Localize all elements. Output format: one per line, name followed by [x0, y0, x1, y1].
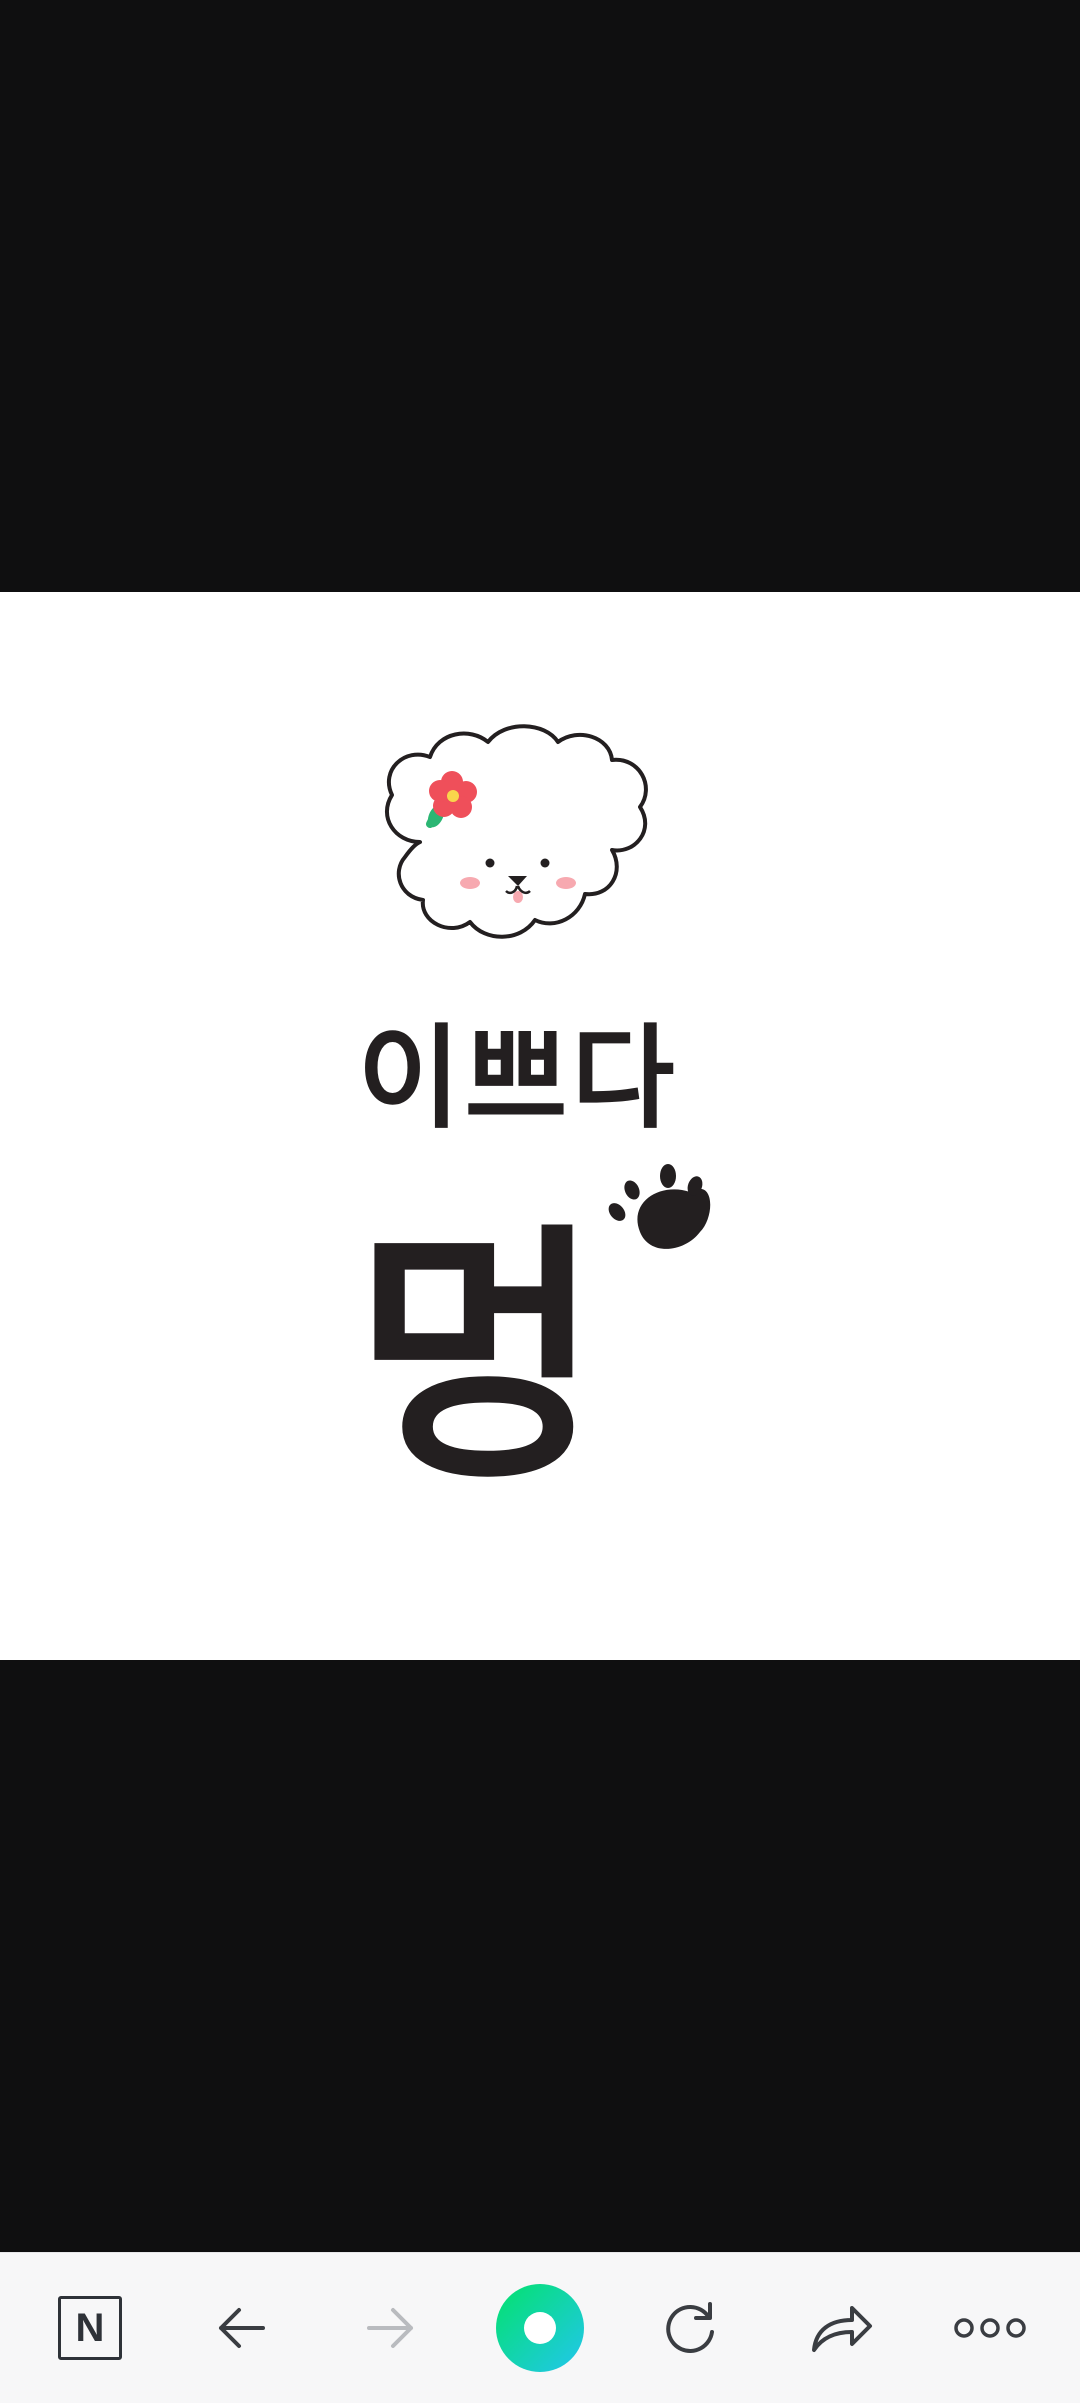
sticker-illustration: 이쁘다 멍 [354, 724, 711, 1516]
share-button[interactable] [790, 2278, 890, 2378]
share-icon [812, 2306, 872, 2352]
refresh-icon [666, 2302, 714, 2353]
refresh-button[interactable] [640, 2278, 740, 2378]
back-arrow-icon [219, 2308, 265, 2348]
dog-head [385, 724, 648, 939]
paw-print-icon [608, 1164, 711, 1249]
sticker-text-line1: 이쁘다 [357, 1014, 678, 1144]
forward-arrow-icon [367, 2308, 413, 2348]
green-dot-button[interactable] [490, 2278, 590, 2378]
forward-button[interactable] [341, 2278, 441, 2378]
green-dot-icon [496, 2284, 584, 2372]
naver-label: N [75, 2306, 105, 2350]
naver-n-icon: N [58, 2296, 122, 2360]
sticker-text-line2: 멍 [354, 1201, 602, 1516]
back-button[interactable] [191, 2278, 291, 2378]
more-icon [954, 2318, 1026, 2338]
image-viewer: 이쁘다 멍 [0, 0, 1080, 2252]
browser-bottom-toolbar: N [0, 2252, 1080, 2403]
sticker-image: 이쁘다 멍 [0, 592, 1080, 1660]
more-button[interactable] [940, 2278, 1040, 2378]
naver-home-button[interactable]: N [40, 2278, 140, 2378]
